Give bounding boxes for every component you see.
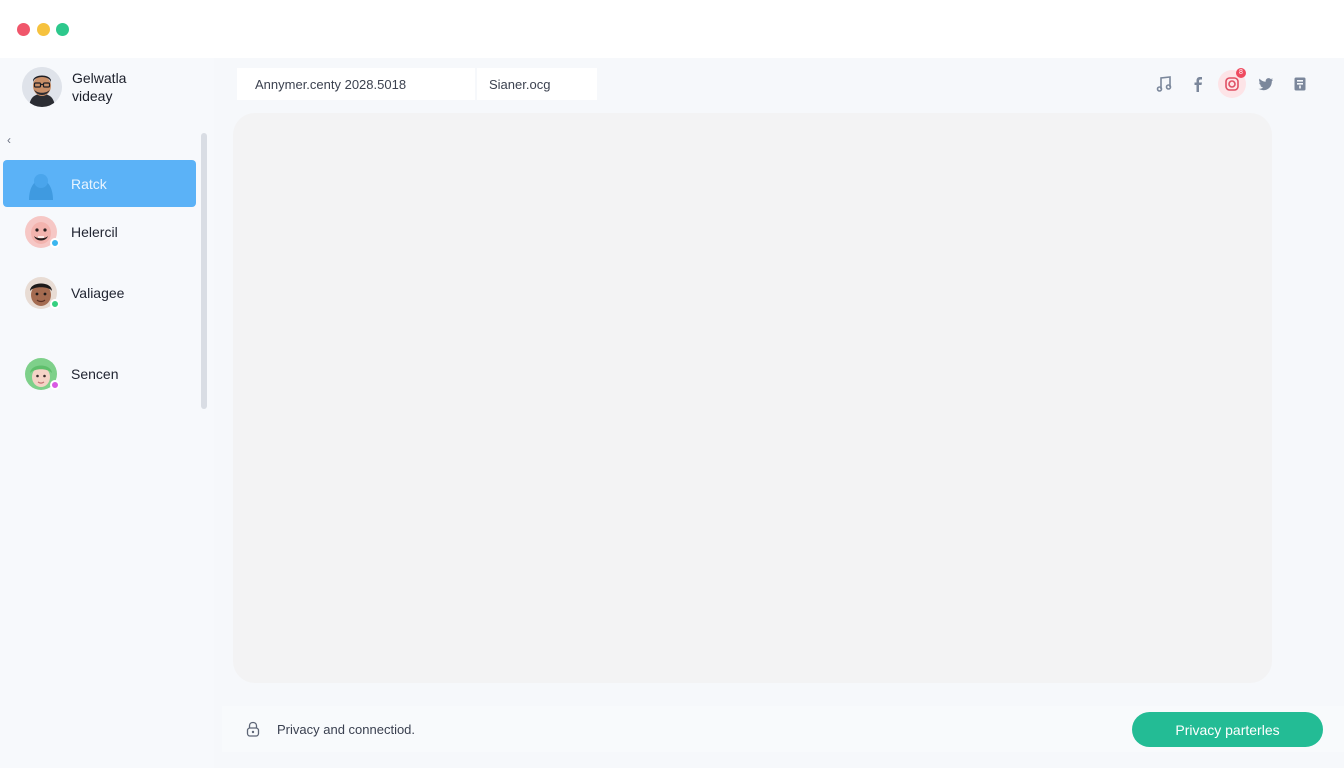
contact-label: Helercil: [71, 223, 118, 240]
contact-item-helercil[interactable]: Helercil: [3, 208, 196, 255]
privacy-status-text: Privacy and connectiod.: [277, 721, 416, 737]
contact-label: Sencen: [71, 365, 119, 382]
privacy-preferences-button[interactable]: Privacy parterles: [1132, 712, 1323, 747]
contact-label: Valiagee: [71, 284, 125, 301]
main-content-area: [233, 113, 1272, 683]
profile-name-line2: videay: [72, 88, 113, 104]
minimize-window-button[interactable]: [37, 23, 50, 36]
avatar: [25, 215, 60, 248]
contact-item-valiagee[interactable]: Valiagee: [3, 269, 196, 316]
bookmark-icon[interactable]: [1286, 70, 1314, 98]
facebook-icon[interactable]: [1184, 70, 1212, 98]
server-field-text: Sianer.ocg: [489, 76, 551, 92]
contact-label: Ratck: [71, 175, 107, 192]
lock-icon: [246, 721, 260, 737]
avatar: [25, 167, 57, 200]
notification-badge: 8: [1236, 68, 1246, 78]
instagram-icon[interactable]: 8: [1218, 68, 1246, 98]
session-field-text: Annymer.centy 2028.5018: [255, 76, 407, 92]
sidebar: Gelwatla videay ‹ Ratck Helercil Valiage…: [0, 58, 214, 768]
maximize-window-button[interactable]: [56, 23, 69, 36]
window-titlebar: [0, 0, 1344, 58]
avatar: [25, 357, 60, 390]
contact-item-ratck[interactable]: Ratck: [3, 160, 196, 207]
profile-name: Gelwatla videay: [72, 69, 152, 105]
sidebar-scrollbar[interactable]: [201, 133, 207, 409]
profile-name-line1: Gelwatla: [72, 70, 127, 86]
server-field[interactable]: Sianer.ocg: [477, 68, 597, 100]
status-dot: [50, 298, 60, 309]
music-note-icon[interactable]: [1150, 70, 1178, 98]
session-field[interactable]: Annymer.centy 2028.5018: [237, 68, 475, 100]
status-dot: [50, 379, 60, 390]
collapse-sidebar-button[interactable]: ‹: [7, 134, 11, 146]
social-toolbar: 8: [1150, 68, 1314, 98]
privacy-status: Privacy and connectiod.: [244, 719, 415, 739]
avatar: [25, 276, 60, 309]
close-window-button[interactable]: [17, 23, 30, 36]
status-dot: [50, 237, 60, 248]
contact-item-sencen[interactable]: Sencen: [3, 350, 196, 397]
profile-avatar[interactable]: [22, 67, 62, 107]
twitter-icon[interactable]: [1252, 70, 1280, 98]
user-profile[interactable]: Gelwatla videay: [22, 66, 152, 108]
